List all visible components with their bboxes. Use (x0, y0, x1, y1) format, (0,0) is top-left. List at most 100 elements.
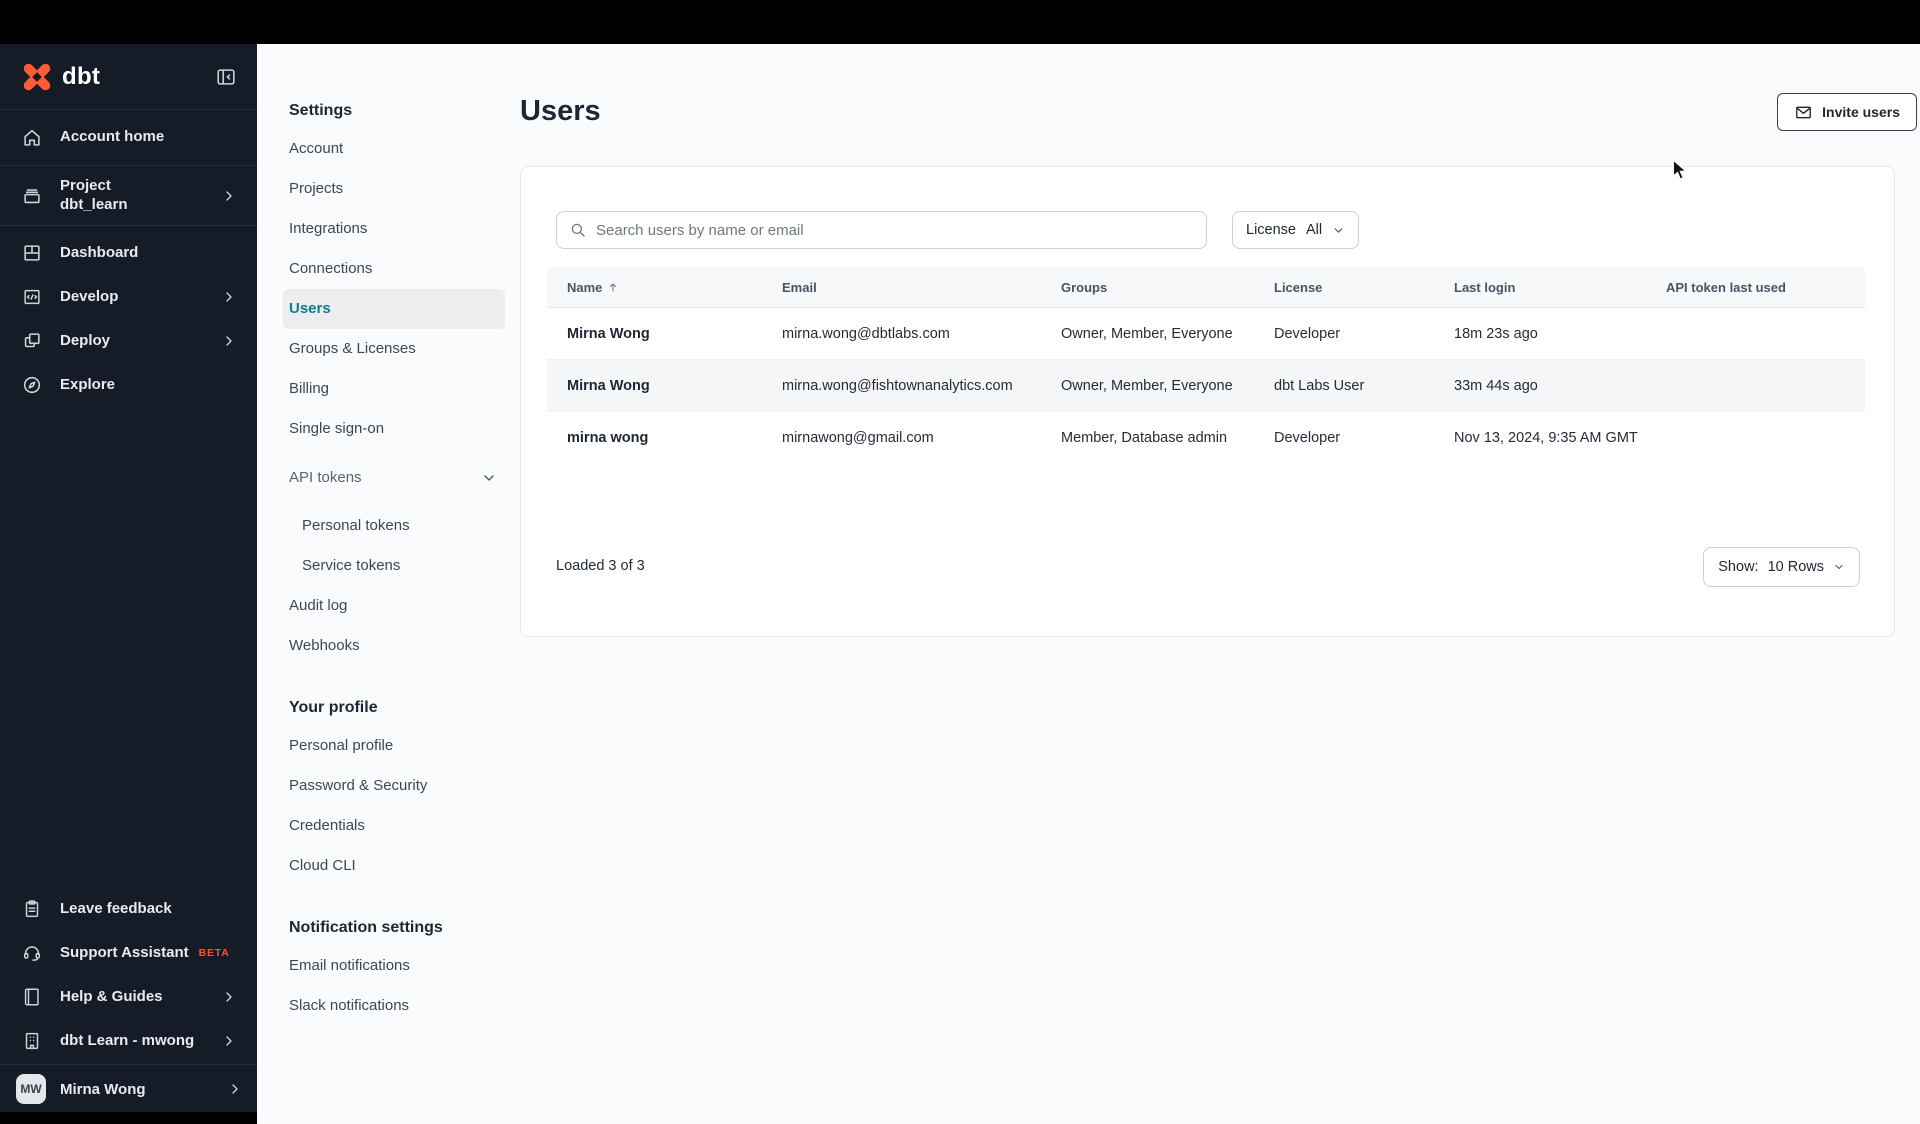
settings-nav-item-personal-profile[interactable]: Personal profile (283, 726, 505, 766)
settings-nav-item-projects[interactable]: Projects (283, 169, 505, 209)
sidebar-item-support-assistant[interactable]: Support Assistant BETA (0, 931, 257, 975)
collapse-sidebar-icon[interactable] (215, 66, 237, 88)
sidebar-item-label: Leave feedback (60, 899, 172, 917)
settings-nav-item-email-notifications[interactable]: Email notifications (283, 946, 505, 986)
table-row[interactable]: Mirna Wong mirna.wong@fishtownanalytics.… (547, 360, 1865, 412)
search-icon (569, 221, 587, 239)
table-row[interactable]: Mirna Wong mirna.wong@dbtlabs.com Owner,… (547, 308, 1865, 360)
cell-license: Developer (1274, 430, 1341, 446)
cell-license: dbt Labs User (1274, 377, 1365, 394)
settings-nav-item-billing[interactable]: Billing (283, 369, 505, 409)
sidebar-item-project[interactable]: Project dbt_learn (0, 166, 257, 226)
sidebar-item-account-home[interactable]: Account home (0, 110, 257, 166)
chevron-right-icon (221, 289, 237, 305)
sidebar-item-label: Develop (60, 287, 119, 305)
cell-license: Developer (1274, 325, 1341, 342)
cell-groups: Owner, Member, Everyone (1061, 377, 1233, 394)
column-header-api-token[interactable]: API token last used (1646, 280, 1865, 295)
book-icon (20, 985, 44, 1009)
avatar: MW (16, 1074, 46, 1104)
develop-code-icon (20, 285, 44, 309)
chevron-down-icon (1332, 224, 1345, 237)
envelope-icon (1794, 103, 1813, 122)
show-value: 10 Rows (1767, 559, 1824, 575)
chevron-right-icon (227, 1081, 243, 1097)
loaded-count-text: Loaded 3 of 3 (556, 558, 645, 574)
settings-nav-item-audit-log[interactable]: Audit log (283, 586, 505, 626)
cell-last-login: 33m 44s ago (1454, 377, 1538, 394)
sort-ascending-icon (607, 281, 619, 293)
settings-nav-item-service-tokens[interactable]: Service tokens (283, 546, 505, 586)
settings-nav-item-connections[interactable]: Connections (283, 249, 505, 289)
settings-nav-item-password-security[interactable]: Password & Security (283, 766, 505, 806)
beta-badge: BETA (198, 947, 230, 959)
cell-groups: Member, Database admin (1061, 430, 1228, 446)
sidebar-item-label: Support Assistant (60, 943, 189, 961)
project-archive-icon (20, 184, 44, 208)
sidebar-item-develop[interactable]: Develop (0, 275, 257, 319)
column-label: Email (782, 279, 817, 295)
column-header-name[interactable]: Name (547, 280, 762, 295)
settings-nav-item-account[interactable]: Account (283, 129, 505, 169)
settings-nav-item-users[interactable]: Users (283, 289, 505, 329)
dbt-logo-icon (20, 60, 54, 94)
sidebar-item-label: Project dbt_learn (60, 177, 128, 215)
users-table: Name Email Groups License Last login API… (547, 267, 1865, 464)
settings-nav-item-api-tokens[interactable]: API tokens (283, 458, 505, 498)
chevron-down-icon (481, 470, 497, 486)
settings-nav-item-integrations[interactable]: Integrations (283, 209, 505, 249)
settings-nav-item-groups-licenses[interactable]: Groups & Licenses (283, 329, 505, 369)
sidebar-item-leave-feedback[interactable]: Leave feedback (0, 887, 257, 931)
settings-nav-item-slack-notifications[interactable]: Slack notifications (283, 986, 505, 1026)
sidebar-item-dbt-learn[interactable]: dbt Learn - mwong (0, 1019, 257, 1063)
feedback-clipboard-icon (20, 897, 44, 921)
column-header-last-login[interactable]: Last login (1434, 280, 1646, 295)
cell-last-login: Nov 13, 2024, 9:35 AM GMT (1454, 430, 1638, 446)
logo-text: dbt (62, 62, 101, 90)
sidebar-item-label: Deploy (60, 331, 111, 349)
sidebar-user-menu[interactable]: MW Mirna Wong (0, 1066, 257, 1112)
headset-icon (20, 941, 44, 965)
dashboard-grid-icon (20, 241, 44, 265)
column-header-groups[interactable]: Groups (1041, 280, 1254, 295)
column-label: Groups (1061, 279, 1108, 295)
app-window: dbt Account home Project dbt_learn Dashb… (0, 0, 1920, 1124)
column-label: Name (567, 279, 603, 295)
settings-nav-item-webhooks[interactable]: Webhooks (283, 626, 505, 666)
table-row[interactable]: mirna wong mirnawong@gmail.com Member, D… (547, 412, 1865, 464)
license-filter-dropdown[interactable]: License All (1232, 211, 1360, 249)
sidebar-logo-row: dbt (0, 44, 257, 110)
sidebar-item-dashboard[interactable]: Dashboard (0, 231, 257, 275)
invite-users-button[interactable]: Invite users (1777, 93, 1917, 131)
sidebar-item-deploy[interactable]: Deploy (0, 319, 257, 363)
cell-name: mirna wong (567, 430, 649, 446)
sidebar-item-label: Dashboard (60, 243, 139, 261)
sidebar-item-help-guides[interactable]: Help & Guides (0, 975, 257, 1019)
column-header-license[interactable]: License (1254, 280, 1434, 295)
cell-groups: Owner, Member, Everyone (1061, 325, 1233, 342)
settings-nav-item-personal-tokens[interactable]: Personal tokens (283, 506, 505, 546)
deploy-layers-icon (20, 329, 44, 353)
explore-compass-icon (20, 373, 44, 397)
settings-nav-item-credentials[interactable]: Credentials (283, 806, 505, 846)
cell-name: Mirna Wong (567, 325, 650, 342)
api-tokens-label: API tokens (289, 469, 362, 486)
rows-per-page-dropdown[interactable]: Show: 10 Rows (1703, 547, 1860, 587)
sidebar-item-explore[interactable]: Explore (0, 363, 257, 407)
notifications-section-title: Notification settings (289, 919, 443, 936)
page-title: Users (520, 95, 601, 127)
show-label: Show: (1718, 559, 1759, 575)
cell-name: Mirna Wong (567, 377, 650, 394)
chevron-right-icon (221, 1033, 237, 1049)
settings-nav-item-cloud-cli[interactable]: Cloud CLI (283, 846, 505, 886)
profile-section-title: Your profile (289, 699, 378, 716)
chevron-right-icon (221, 989, 237, 1005)
sidebar: dbt Account home Project dbt_learn Dashb… (0, 44, 257, 1124)
sidebar-item-label: Explore (60, 375, 116, 393)
search-input[interactable] (596, 221, 1194, 239)
cell-last-login: 18m 23s ago (1454, 325, 1538, 342)
column-header-email[interactable]: Email (762, 280, 1041, 295)
project-label: Project (60, 176, 111, 194)
settings-nav-item-single-sign-on[interactable]: Single sign-on (283, 409, 505, 449)
home-icon (20, 126, 44, 150)
